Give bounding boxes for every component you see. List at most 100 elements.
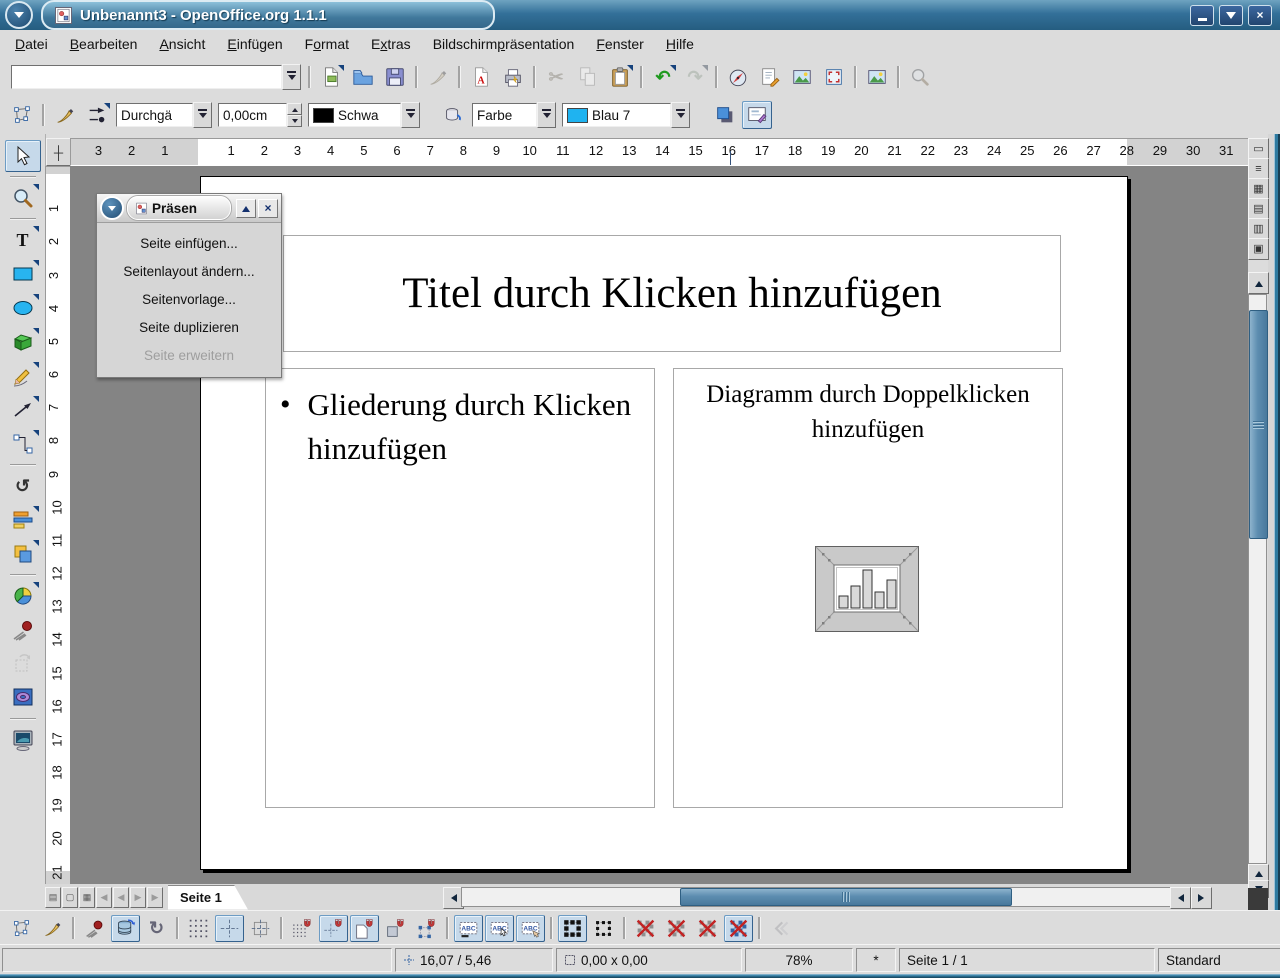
insert-graphics-button[interactable] xyxy=(862,63,892,91)
page-mode-button[interactable]: ▤ xyxy=(45,887,61,908)
float-item-seitenlayout-ändern[interactable]: Seitenlayout ändern... xyxy=(97,257,281,285)
paste-button[interactable] xyxy=(605,63,635,91)
presentation-box-toggle[interactable] xyxy=(742,101,772,129)
shadow-button[interactable] xyxy=(710,101,740,129)
simple-handles-toggle[interactable] xyxy=(558,915,587,942)
line-color-combobox[interactable]: Schwa xyxy=(308,103,420,127)
status-style-field[interactable]: Standard xyxy=(1158,948,1280,972)
arrow-style-button[interactable] xyxy=(82,101,112,129)
line-style-combobox[interactable]: Durchgä xyxy=(116,103,212,127)
edit-points-toggle[interactable] xyxy=(7,915,36,942)
float-window-titlebar[interactable]: Präsen × xyxy=(97,194,281,223)
float-close-button[interactable]: × xyxy=(258,199,278,218)
ellipse-tool[interactable] xyxy=(5,292,41,324)
status-page-field[interactable]: Seite 1 / 1 xyxy=(899,948,1155,972)
menu-extras[interactable]: Extras xyxy=(360,33,422,55)
slide-canvas[interactable]: Titel durch Klicken hinzufügen • Glieder… xyxy=(70,166,1248,884)
float-rollup-button[interactable] xyxy=(236,199,256,218)
text-tool[interactable]: T xyxy=(5,224,41,256)
large-handles-toggle[interactable] xyxy=(589,915,618,942)
curve-tool[interactable] xyxy=(5,360,41,392)
allow-effects-toggle[interactable] xyxy=(111,915,140,942)
float-item-seite-duplizieren[interactable]: Seite duplizieren xyxy=(97,313,281,341)
chart-placeholder-icon[interactable] xyxy=(815,546,919,632)
close-button[interactable]: × xyxy=(1248,5,1272,26)
picture-placeholder-toggle[interactable] xyxy=(631,915,660,942)
fill-color-dropdown-button[interactable] xyxy=(671,102,690,128)
presentation-tool[interactable] xyxy=(5,724,41,756)
master-mode-button[interactable]: ▢ xyxy=(62,887,78,908)
slides-view-button[interactable]: ▦ xyxy=(1248,178,1269,200)
stylist-button[interactable] xyxy=(755,63,785,91)
status-zoom-field[interactable]: 78% xyxy=(745,948,853,972)
menu-bildschirmprsentation[interactable]: Bildschirmpräsentation xyxy=(422,33,586,55)
rectangle-tool[interactable] xyxy=(5,258,41,290)
print-button[interactable] xyxy=(498,63,528,91)
minimize-button[interactable] xyxy=(1190,5,1214,26)
status-size-field[interactable]: 0,00 x 0,00 xyxy=(556,948,742,972)
line-color-dropdown-button[interactable] xyxy=(401,102,420,128)
area-dialog-button[interactable] xyxy=(438,101,468,129)
show-guides-toggle[interactable] xyxy=(215,915,244,942)
show-grid-toggle[interactable] xyxy=(184,915,213,942)
effects-tool[interactable] xyxy=(5,580,41,612)
float-item-seitenvorlage[interactable]: Seitenvorlage... xyxy=(97,285,281,313)
start-presentation-button[interactable]: ▣ xyxy=(1248,238,1269,260)
drawing-view-button[interactable]: ▭ xyxy=(1248,138,1269,160)
status-modified-field[interactable]: * xyxy=(856,948,896,972)
horizontal-scroll-thumb[interactable] xyxy=(680,888,1012,906)
snap-guides-toggle[interactable] xyxy=(319,915,348,942)
float-item-seite-einfügen[interactable]: Seite einfügen... xyxy=(97,229,281,257)
title-placeholder[interactable]: Titel durch Klicken hinzufügen xyxy=(283,235,1061,352)
handout-view-button[interactable]: ▥ xyxy=(1248,218,1269,240)
open-button[interactable] xyxy=(348,63,378,91)
line-style-dropdown-button[interactable] xyxy=(193,102,212,128)
navigator-button[interactable] xyxy=(723,63,753,91)
gallery-button[interactable] xyxy=(787,63,817,91)
save-button[interactable] xyxy=(380,63,410,91)
menu-bearbeiten[interactable]: Bearbeiten xyxy=(59,33,149,55)
fill-color-combobox[interactable]: Blau 7 xyxy=(562,103,690,127)
diagram-placeholder[interactable]: Diagramm durch Doppelklicken hinzufügen xyxy=(673,368,1063,808)
ruler-origin-button[interactable]: ┼ xyxy=(46,138,71,166)
edit-points-button[interactable] xyxy=(7,101,37,129)
snap-grid-toggle[interactable] xyxy=(288,915,317,942)
interaction-tool[interactable] xyxy=(5,614,41,646)
vertical-scroll-thumb[interactable] xyxy=(1249,310,1268,539)
menu-datei[interactable]: Datei xyxy=(4,33,59,55)
alignment-tool[interactable] xyxy=(5,504,41,536)
snap-border-toggle[interactable] xyxy=(381,915,410,942)
url-dropdown-button[interactable] xyxy=(282,64,301,90)
slide[interactable]: Titel durch Klicken hinzufügen • Glieder… xyxy=(200,176,1128,870)
rotation-mode-toggle[interactable] xyxy=(38,915,67,942)
line-dialog-button[interactable] xyxy=(50,101,80,129)
3d-objects-tool[interactable] xyxy=(5,326,41,358)
snap-points-toggle[interactable] xyxy=(412,915,441,942)
new-document-button[interactable] xyxy=(316,63,346,91)
window-menu-button[interactable] xyxy=(5,1,33,29)
contour-placeholder-toggle[interactable] xyxy=(662,915,691,942)
menu-fenster[interactable]: Fenster xyxy=(585,33,654,55)
notes-view-button[interactable]: ▤ xyxy=(1248,198,1269,220)
scroll-up-button[interactable] xyxy=(1248,272,1269,294)
vertical-ruler[interactable]: 123456789101112131415161718192021 xyxy=(45,166,71,886)
menu-einfgen[interactable]: Einfügen xyxy=(216,33,293,55)
menu-hilfe[interactable]: Hilfe xyxy=(655,33,705,55)
hscroll-right-button[interactable] xyxy=(1191,887,1212,909)
zoom-tool[interactable] xyxy=(5,182,41,214)
menu-format[interactable]: Format xyxy=(294,33,360,55)
rotate-tool[interactable]: ↺ xyxy=(5,470,41,502)
fill-type-combobox[interactable]: Farbe xyxy=(472,103,556,127)
arrange-tool[interactable] xyxy=(5,538,41,570)
select-text-area-toggle[interactable] xyxy=(485,915,514,942)
hscroll-left-button-2[interactable] xyxy=(1170,887,1191,909)
quick-edit-toggle[interactable] xyxy=(454,915,483,942)
layer-mode-button[interactable]: ▦ xyxy=(79,887,95,908)
snap-margins-toggle[interactable] xyxy=(350,915,379,942)
tab-seite-1[interactable]: Seite 1 xyxy=(168,885,248,910)
export-pdf-button[interactable] xyxy=(466,63,496,91)
float-window-menu-button[interactable] xyxy=(100,196,124,220)
effects-window-button[interactable] xyxy=(80,915,109,942)
connector-tool[interactable] xyxy=(5,428,41,460)
dblclick-edit-toggle[interactable] xyxy=(516,915,545,942)
